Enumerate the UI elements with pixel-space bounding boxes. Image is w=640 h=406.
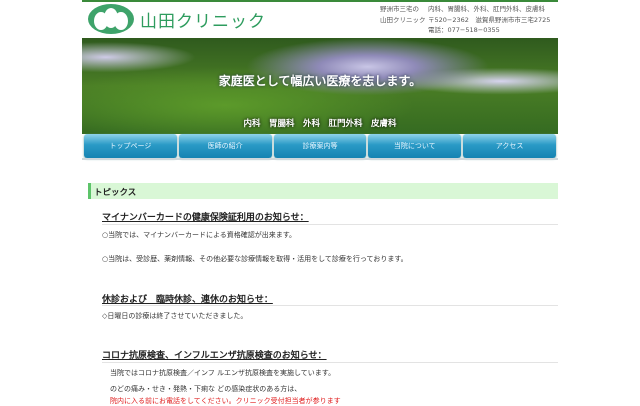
info-label: 野洲市三宅の [380, 5, 419, 13]
logo-text: 山田クリニック [140, 11, 266, 32]
topics-heading: トピックス [88, 183, 558, 199]
slogan: 家庭医として幅広い医療を志します。 [218, 74, 422, 88]
main-nav: トップページ 医師の紹介 診療案内等 当院について アクセス [84, 134, 556, 158]
nav-guide[interactable]: 診療案内等 [273, 134, 367, 158]
info-value: 〒520−2362 滋賀県野洲市市三宅2725 [428, 15, 551, 24]
nav-about[interactable]: 当院について [368, 134, 462, 158]
divider [82, 158, 558, 160]
info-label: 山田クリニック [380, 15, 426, 24]
nav-doctor[interactable]: 医師の紹介 [178, 134, 272, 158]
topic-line: 当院ではコロナ抗原検査／インフ ルエンザ抗原検査を実施しています。 [110, 369, 336, 377]
section-heading: マイナンバーカードの健康保険証利用のお知らせ： [102, 213, 309, 223]
top-border [82, 0, 558, 2]
divider [102, 305, 558, 306]
hero-banner: 家庭医として幅広い医療を志します。 内科 胃腸科 外科 肛門外科 皮膚科 [82, 38, 558, 134]
divider [102, 362, 558, 363]
tree-logo-icon [88, 4, 134, 34]
clinic-info: 野洲市三宅の 内科、胃腸科、外科、肛門外科、皮膚科 山田クリニック 〒520−236… [380, 4, 550, 36]
phone: 電話：077−518−0355 [428, 26, 500, 34]
topic-line: ○当院は、受診歴、薬剤情報、その他必要な診療情報を取得・活用をして診療を行ってお… [102, 255, 408, 263]
page: 山田クリニック 野洲市三宅の 内科、胃腸科、外科、肛門外科、皮膚科 山田クリニック… [82, 0, 558, 405]
departments: 内科 胃腸科 外科 肛門外科 皮膚科 [243, 119, 397, 129]
nav-access[interactable]: アクセス [463, 134, 556, 158]
section-heading: 休診および 臨時休診、連休のお知らせ： [102, 295, 273, 305]
logo[interactable]: 山田クリニック [88, 4, 266, 34]
info-value: 内科、胃腸科、外科、肛門外科、皮膚科 [428, 5, 545, 13]
section-heading: コロナ抗原検査、インフルエンザ抗原検査のお知らせ： [102, 351, 327, 361]
topic-line-warning: 院内に入る前にお電話をしてください。クリニック受付担当者が参ります [110, 397, 341, 405]
topic-line: ○当院では、マイナンバーカードによる資格確認が出来ます。 [102, 231, 297, 239]
nav-top[interactable]: トップページ [84, 134, 177, 158]
info-label [380, 25, 428, 36]
topic-line: のどの痛み・せき・発熱・下痢な どの感染症状のある方は、 [110, 385, 302, 393]
topic-line: ◇日曜日の診療は終了させていただきました。 [102, 312, 248, 320]
divider [102, 224, 558, 225]
